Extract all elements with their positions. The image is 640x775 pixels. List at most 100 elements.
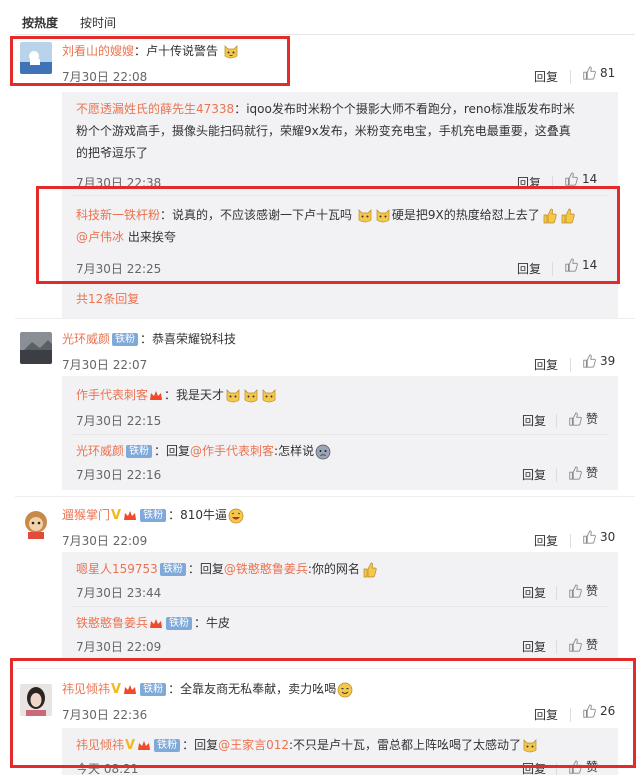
iron-fan-badge: 铁粉 (112, 333, 139, 346)
thumbs-up-icon (569, 759, 582, 774)
reply-text: ：回复 (187, 562, 224, 576)
avatar[interactable] (20, 42, 52, 74)
thumbs-up-icon (565, 172, 578, 186)
mention-link[interactable]: @王家言012 (218, 738, 289, 752)
more-replies-link[interactable]: 共12条回复 (76, 290, 139, 307)
divider (72, 606, 608, 607)
comment-text: ：卢十传说警告 (134, 44, 219, 58)
reply-text: :怎样说 (274, 444, 315, 458)
reply-text: ：我是天才 (164, 388, 225, 402)
like-button[interactable]: 赞 (568, 582, 598, 599)
reply-button[interactable]: 回复 (534, 356, 558, 373)
like-button[interactable]: 39 (582, 354, 615, 368)
divider (15, 318, 635, 319)
thumbs-up-icon (569, 637, 582, 652)
reply-username[interactable]: 不愿透漏姓氏的薛先生47338 (76, 102, 234, 116)
divider (570, 70, 571, 84)
reply-button[interactable]: 回复 (517, 174, 541, 191)
reply-username[interactable]: 科技新一铁杆粉 (76, 208, 160, 222)
divider (72, 282, 608, 283)
like-button[interactable]: 14 (564, 172, 597, 186)
crown-icon (124, 510, 137, 520)
iron-fan-badge: 铁粉 (159, 563, 186, 576)
divider (556, 586, 557, 600)
divider (15, 668, 635, 669)
reply-button[interactable]: 回复 (517, 260, 541, 277)
mention-link[interactable]: @卢伟冰 (76, 230, 124, 244)
reply-username[interactable]: 作手代表刺客 (76, 388, 148, 402)
reply-button[interactable]: 回复 (522, 412, 546, 429)
reply-button[interactable]: 回复 (534, 532, 558, 549)
reply-list: 嗯星人159753 铁粉 ：回复@铁憨憨鲁姜兵:你的网名 7月30日 23:44 回… (62, 552, 618, 660)
reply-username[interactable]: 嗯星人159753 (76, 562, 158, 576)
like-button[interactable]: 81 (582, 66, 615, 80)
cat-face-icon (358, 208, 372, 222)
crown-icon (138, 740, 151, 750)
thumbs-up-icon (583, 66, 596, 80)
comment-username[interactable]: 祎见倾祎 (62, 682, 110, 696)
like-count: 30 (600, 530, 616, 544)
reply-text: ：牛皮 (194, 616, 231, 630)
cat-face-icon (262, 388, 276, 402)
divider (552, 262, 553, 276)
like-button[interactable]: 赞 (568, 464, 598, 481)
thumbs-up-icon (583, 354, 596, 368)
reply-time: 7月30日 22:38 (76, 176, 162, 190)
divider (72, 434, 608, 435)
mention-link[interactable]: @铁憨憨鲁姜兵 (224, 562, 308, 576)
divider (570, 358, 571, 372)
iron-fan-badge: 铁粉 (166, 617, 193, 630)
comment-username[interactable]: 遛猴掌门 (62, 508, 110, 522)
like-button[interactable]: 赞 (568, 410, 598, 427)
crown-icon (124, 684, 137, 694)
tab-by-popularity[interactable]: 按热度 (22, 14, 58, 34)
comment-username[interactable]: 光环威颜 (62, 332, 110, 346)
like-count: 81 (600, 66, 616, 80)
reply-username[interactable]: 祎见倾祎 (76, 738, 124, 752)
thumbs-up-emoji-icon (561, 208, 575, 223)
like-button[interactable]: 赞 (568, 636, 598, 653)
comment-text: ：810牛逼 (168, 508, 227, 522)
like-button[interactable]: 26 (582, 704, 615, 718)
cat-face-icon (523, 738, 537, 752)
reply-time: 7月30日 22:09 (76, 640, 162, 654)
divider (15, 496, 635, 497)
thumbs-up-icon (583, 530, 596, 544)
reply-button[interactable]: 回复 (522, 584, 546, 601)
laugh-face-icon (228, 508, 244, 523)
like-count: 14 (582, 258, 598, 272)
reply-button[interactable]: 回复 (522, 466, 546, 483)
cry-face-icon (315, 444, 331, 459)
like-button[interactable]: 赞 (568, 758, 598, 775)
tab-by-time[interactable]: 按时间 (80, 14, 116, 34)
verified-icon: V (111, 681, 122, 697)
reply-button[interactable]: 回复 (522, 760, 546, 775)
avatar[interactable] (20, 508, 52, 540)
verified-icon: V (111, 507, 122, 523)
divider (552, 176, 553, 190)
reply-list: 祎见倾祎V 铁粉 ：回复@王家言012:不只是卢十瓦，雷总都上阵吆喝了太感动了 今天… (62, 728, 618, 775)
reply-text: ：回复 (154, 444, 191, 458)
like-label: 赞 (586, 412, 599, 426)
reply-username[interactable]: 铁憨憨鲁姜兵 (76, 616, 148, 630)
like-count: 14 (582, 172, 598, 186)
thumbs-up-icon (565, 258, 578, 272)
thumbs-up-icon (569, 465, 582, 480)
like-button[interactable]: 14 (564, 258, 597, 272)
iron-fan-badge: 铁粉 (126, 445, 153, 458)
avatar[interactable] (20, 684, 52, 716)
reply-username[interactable]: 光环威颜 (76, 444, 124, 458)
reply-text: 粉个个游戏高手，摄像头能扫码就行，荣耀9x发布，米粉变充电宝，手机充电最重要，这… (76, 124, 571, 138)
like-label: 赞 (586, 760, 599, 774)
comment-username[interactable]: 刘看山的嫂嫂 (62, 44, 134, 58)
mention-link[interactable]: @作手代表刺客 (190, 444, 274, 458)
reply-text: 出来挨夸 (124, 230, 176, 244)
reply-text: :不只是卢十瓦，雷总都上阵吆喝了太感动了 (289, 738, 522, 752)
like-count: 39 (600, 354, 616, 368)
like-button[interactable]: 30 (582, 530, 615, 544)
reply-button[interactable]: 回复 (534, 68, 558, 85)
reply-button[interactable]: 回复 (534, 706, 558, 723)
sort-tabs: 按热度 按时间 (22, 14, 116, 34)
reply-button[interactable]: 回复 (522, 638, 546, 655)
avatar[interactable] (20, 332, 52, 364)
